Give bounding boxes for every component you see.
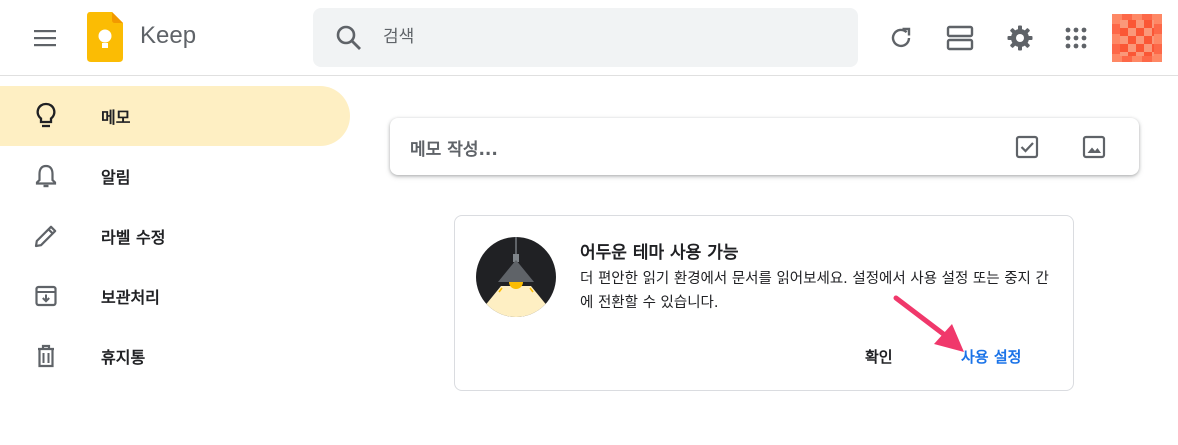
image-icon xyxy=(1082,135,1106,159)
avatar[interactable] xyxy=(1112,14,1162,62)
sidebar-item-label: 휴지통 xyxy=(101,348,146,367)
keep-logo[interactable] xyxy=(87,12,123,62)
apps-button[interactable] xyxy=(1054,16,1098,60)
sidebar-item-edit-labels[interactable]: 라벨 수정 xyxy=(0,206,350,266)
app-title[interactable]: Keep xyxy=(140,22,196,50)
new-image-note-button[interactable] xyxy=(1077,130,1111,164)
list-view-button[interactable] xyxy=(938,16,982,60)
trash-icon xyxy=(30,340,62,372)
take-note-placeholder[interactable]: 메모 작성... xyxy=(410,135,498,160)
sidebar-item-trash[interactable]: 휴지통 xyxy=(0,326,350,386)
search-icon[interactable] xyxy=(335,24,363,52)
pencil-icon xyxy=(30,220,62,252)
sidebar-item-label: 보관처리 xyxy=(101,288,160,307)
sidebar-item-label: 알림 xyxy=(101,168,131,187)
dark-theme-promo-card: 어두운 테마 사용 가능 더 편안한 읽기 환경에서 문서를 읽어보세요. 설정… xyxy=(454,215,1074,391)
new-list-button[interactable] xyxy=(1010,130,1044,164)
checkbox-icon xyxy=(1015,135,1039,159)
refresh-icon xyxy=(891,27,911,48)
sidebar-item-reminders[interactable]: 알림 xyxy=(0,146,350,206)
promo-body-text: 더 편안한 읽기 환경에서 문서를 읽어보세요. 설정에서 사용 설정 또는 중… xyxy=(580,271,1049,311)
annotation-arrow-icon xyxy=(893,295,964,352)
bell-icon xyxy=(30,160,62,192)
top-bar: Keep xyxy=(0,0,1178,76)
archive-icon xyxy=(30,280,62,312)
search-bar[interactable] xyxy=(313,8,858,67)
take-note-input[interactable]: 메모 작성... xyxy=(390,118,1139,175)
sidebar-item-label: 메모 xyxy=(101,108,131,127)
main-menu-button[interactable] xyxy=(22,16,70,60)
sidebar-item-notes[interactable]: 메모 xyxy=(0,86,350,146)
menu-icon xyxy=(34,30,56,47)
lamp-illustration-icon xyxy=(476,237,556,317)
refresh-button[interactable] xyxy=(879,16,923,60)
sidebar: 메모 알림 라벨 수정 보관처리 휴지통 xyxy=(0,86,352,386)
sidebar-item-label: 라벨 수정 xyxy=(101,228,166,247)
settings-icon xyxy=(1007,25,1033,51)
list-view-icon xyxy=(946,25,974,51)
settings-button[interactable] xyxy=(998,16,1042,60)
promo-title: 어두운 테마 사용 가능 xyxy=(580,243,739,263)
sidebar-item-archive[interactable]: 보관처리 xyxy=(0,266,350,326)
search-input[interactable] xyxy=(383,22,823,52)
apps-icon xyxy=(1065,27,1087,49)
lightbulb-icon xyxy=(30,100,62,132)
